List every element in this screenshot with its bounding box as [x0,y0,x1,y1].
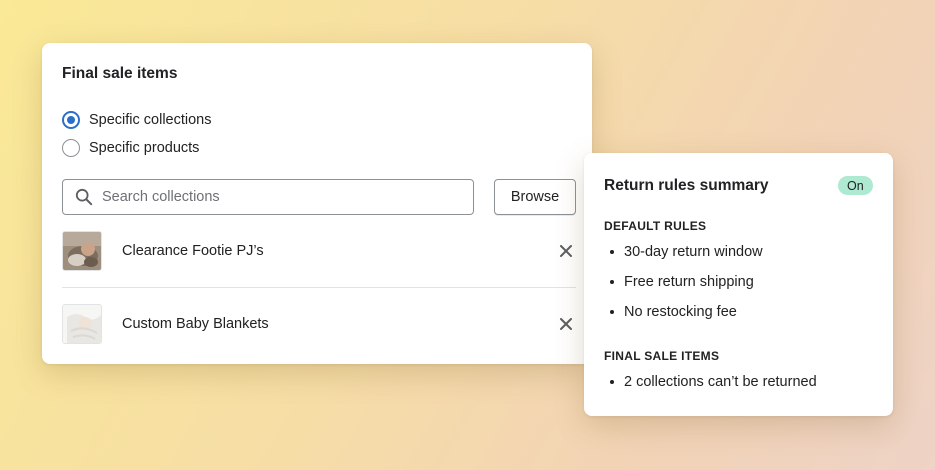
radio-unchecked-icon[interactable] [62,139,80,157]
rule-text: 2 collections can’t be returned [624,374,817,390]
rule-text: No restocking fee [624,304,737,320]
list-item: No restocking fee [610,304,737,320]
list-item: 2 collections can’t be returned [610,374,817,390]
bullet-icon [610,280,614,284]
return-rules-summary-card: Return rules summary On DEFAULT RULES 30… [584,153,893,416]
summary-title: Return rules summary [604,177,769,194]
rule-text: Free return shipping [624,274,754,290]
remove-icon[interactable] [556,241,576,261]
remove-icon[interactable] [556,314,576,334]
radio-specific-products[interactable]: Specific products [62,139,199,157]
search-icon [75,188,93,206]
bullet-icon [610,380,614,384]
radio-label: Specific products [89,140,200,156]
bullet-icon [610,310,614,314]
list-item: Clearance Footie PJ’s [62,231,576,271]
status-badge: On [838,176,873,195]
baby-photo-thumbnail-icon [62,231,102,271]
list-item: Custom Baby Blankets [62,304,576,344]
search-input[interactable] [102,189,442,205]
final-sale-heading: FINAL SALE ITEMS [604,349,720,363]
search-field[interactable] [62,179,474,215]
divider [62,287,576,288]
radio-checked-icon[interactable] [62,111,80,129]
item-label: Clearance Footie PJ’s [122,243,264,259]
bullet-icon [610,250,614,254]
final-sale-card: Final sale items Specific collections Sp… [42,43,592,364]
item-label: Custom Baby Blankets [122,316,269,332]
list-item: 30-day return window [610,244,763,260]
blanket-photo-thumbnail-icon [62,304,102,344]
radio-label: Specific collections [89,112,212,128]
radio-specific-collections[interactable]: Specific collections [62,111,212,129]
rule-text: 30-day return window [624,244,763,260]
final-sale-title: Final sale items [62,65,178,82]
browse-button[interactable]: Browse [494,179,576,215]
list-item: Free return shipping [610,274,754,290]
default-rules-heading: DEFAULT RULES [604,219,707,233]
